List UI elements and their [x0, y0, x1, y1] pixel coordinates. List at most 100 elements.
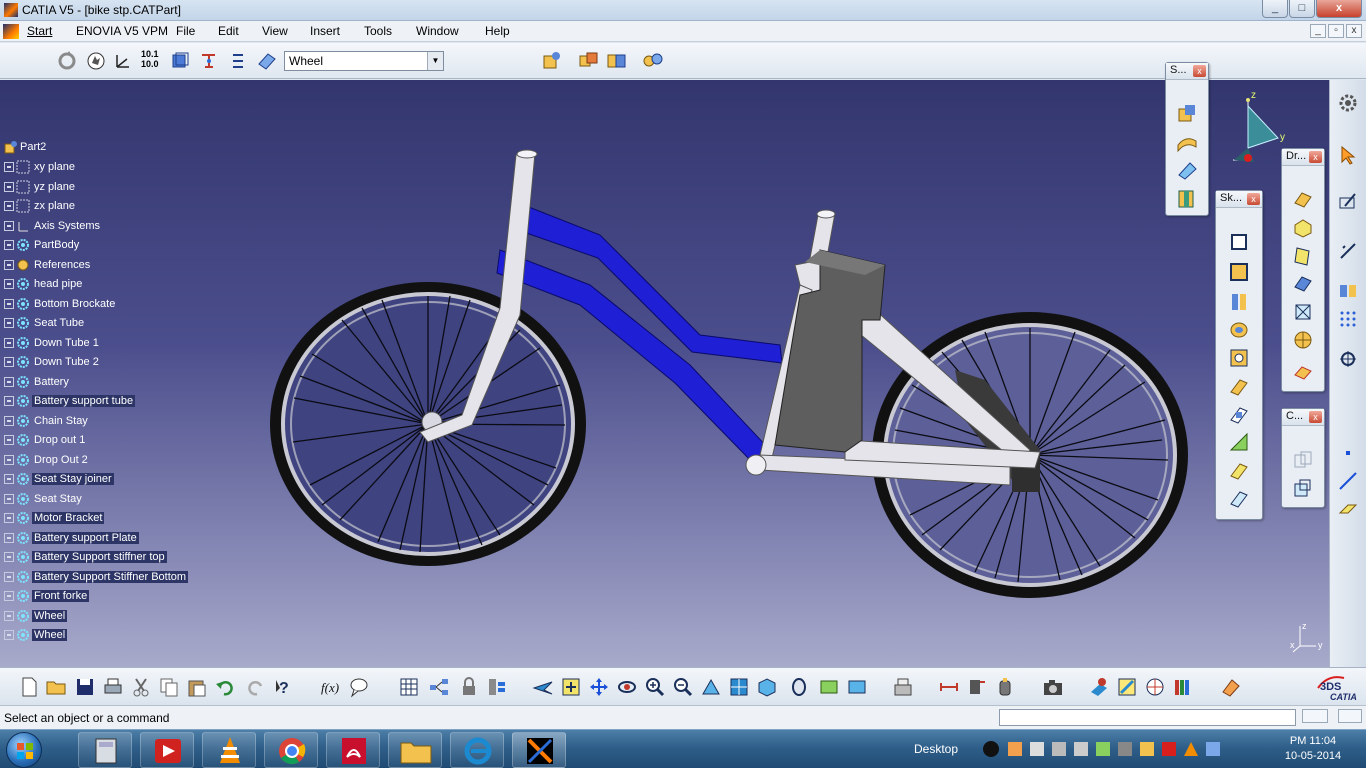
lock-icon[interactable] [458, 676, 480, 698]
tree-item[interactable]: Battery Support Stiffner Bottom [4, 568, 189, 586]
close-icon[interactable]: x [1247, 193, 1260, 205]
camera-icon[interactable] [1042, 676, 1064, 698]
slot-icon[interactable] [1228, 403, 1250, 425]
compass[interactable]: z y [1228, 90, 1288, 170]
paste-icon[interactable] [186, 676, 208, 698]
menu-tools[interactable]: Tools [364, 24, 392, 38]
swap-space-icon[interactable] [846, 676, 868, 698]
3d-viewport[interactable]: Part2 xy plane yz plane zx plane Axis Syste… [0, 80, 1329, 667]
tree-item[interactable]: Battery support Plate [4, 529, 139, 547]
tree-item[interactable]: xy plane [4, 158, 77, 176]
expand-toggle-icon[interactable] [4, 415, 14, 426]
menu-file[interactable]: File [176, 24, 195, 38]
point-icon[interactable] [1337, 442, 1359, 464]
body-icon[interactable] [169, 50, 191, 72]
fit-all-icon[interactable] [560, 676, 582, 698]
expand-toggle-icon[interactable] [4, 240, 14, 250]
command-icon[interactable] [1302, 709, 1328, 723]
calculator-taskbar-button[interactable] [78, 732, 132, 768]
expand-toggle-icon[interactable] [4, 279, 14, 289]
fly-mode-icon[interactable] [532, 676, 554, 698]
catia-menu-logo-icon[interactable] [3, 24, 19, 39]
desktop-toolbar-label[interactable]: Desktop [914, 742, 958, 756]
tree-item[interactable]: Chain Stay [4, 412, 90, 430]
cut-icon[interactable] [130, 676, 152, 698]
whats-this-icon[interactable]: ? [274, 676, 296, 698]
tree-root[interactable]: Part2 [4, 138, 46, 156]
table-icon[interactable] [398, 676, 420, 698]
new-file-icon[interactable] [18, 676, 40, 698]
tree-item[interactable]: References [4, 256, 92, 274]
menu-edit[interactable]: Edit [218, 24, 239, 38]
close-button[interactable]: x [1316, 0, 1362, 18]
fillet-icon[interactable] [1292, 189, 1314, 211]
draft-icon[interactable] [1292, 245, 1314, 267]
remove-lofted-icon[interactable] [1228, 487, 1250, 509]
command-input[interactable] [999, 709, 1296, 726]
expand-toggle-icon[interactable] [4, 337, 14, 348]
floating-toolbar-sk[interactable]: Sk... x [1215, 190, 1263, 520]
thread-icon[interactable] [1292, 329, 1314, 351]
tree-item[interactable]: PartBody [4, 236, 81, 254]
tree-item[interactable]: Seat Tube [4, 314, 86, 332]
chevron-down-icon[interactable]: ▼ [427, 52, 443, 70]
multi-section-icon[interactable] [1228, 459, 1250, 481]
floating-toolbar-c[interactable]: C... x [1281, 408, 1325, 508]
thickness-icon[interactable] [1292, 301, 1314, 323]
tree-item[interactable]: Battery [4, 373, 71, 391]
expand-toggle-icon[interactable] [4, 552, 14, 562]
tree-item[interactable]: Drop out 1 [4, 431, 87, 449]
print-icon[interactable] [102, 676, 124, 698]
hide-show-icon[interactable] [818, 676, 840, 698]
tree-item[interactable]: Down Tube 2 [4, 353, 101, 371]
plane-tool-icon[interactable] [256, 50, 278, 72]
hand-tool-icon[interactable] [85, 50, 107, 72]
expand-toggle-icon[interactable] [4, 435, 14, 445]
tree-item[interactable]: Down Tube 1 [4, 334, 101, 352]
constraint-icon[interactable] [1337, 280, 1359, 302]
chamfer-icon[interactable] [1292, 217, 1314, 239]
apply-material-icon[interactable] [892, 676, 914, 698]
mdi-minimize-button[interactable]: _ [1310, 24, 1326, 38]
expand-toggle-icon[interactable] [4, 376, 14, 387]
line-icon[interactable] [1337, 470, 1359, 492]
expand-toggle-icon[interactable] [4, 513, 14, 523]
measure-item-icon[interactable] [966, 676, 988, 698]
mdi-close-button[interactable]: x [1346, 24, 1362, 38]
expand-toggle-icon[interactable] [4, 610, 14, 621]
expand-toggle-icon[interactable] [4, 357, 14, 367]
update-icon[interactable] [56, 50, 78, 72]
surface-icon[interactable] [1176, 131, 1198, 153]
solid-icon[interactable] [1176, 187, 1198, 209]
expand-toggle-icon[interactable] [4, 220, 14, 231]
translation-icon[interactable] [1292, 477, 1314, 499]
battery[interactable] [774, 249, 886, 453]
groove-icon[interactable] [1228, 319, 1250, 341]
knowledge-icon[interactable] [348, 676, 370, 698]
transformation-icon[interactable] [1292, 449, 1314, 471]
menu-view[interactable]: View [262, 24, 288, 38]
stiffener-icon[interactable] [1228, 431, 1250, 453]
minimize-button[interactable]: _ [1262, 0, 1288, 18]
expand-toggle-icon[interactable] [4, 162, 14, 172]
adobe-reader-taskbar-button[interactable] [326, 732, 380, 768]
expand-toggle-icon[interactable] [4, 591, 14, 601]
close-icon[interactable]: x [1193, 65, 1206, 77]
expand-toggle-icon[interactable] [4, 454, 14, 465]
tree-expand-icon[interactable] [428, 676, 450, 698]
expand-toggle-icon[interactable] [4, 532, 14, 543]
books-icon[interactable] [1172, 676, 1194, 698]
publish-icon[interactable] [1220, 676, 1242, 698]
save-icon[interactable] [74, 676, 96, 698]
expand-toggle-icon[interactable] [4, 630, 14, 640]
expand-toggle-icon[interactable] [4, 181, 14, 192]
tree-item[interactable]: zx plane [4, 197, 77, 215]
tree-item[interactable]: Seat Stay joiner [4, 470, 114, 488]
menu-window[interactable]: Window [416, 24, 459, 38]
tree-item[interactable]: Axis Systems [4, 217, 102, 235]
assembly-icon[interactable] [577, 50, 599, 72]
select-arrow-icon[interactable] [1337, 144, 1359, 166]
start-button[interactable] [6, 732, 42, 768]
normal-view-icon[interactable] [700, 676, 722, 698]
internet-explorer-taskbar-button[interactable] [450, 732, 504, 768]
